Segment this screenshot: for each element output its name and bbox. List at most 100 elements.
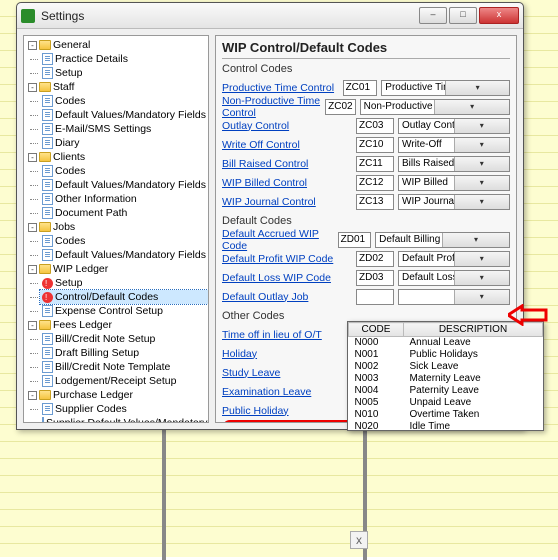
- code-wipjournal[interactable]: ZC13: [356, 194, 394, 210]
- col-code[interactable]: CODE: [349, 323, 404, 337]
- collapse-icon[interactable]: -: [28, 41, 37, 50]
- combo-accrued[interactable]: Default Billing in Advance▾: [375, 232, 510, 248]
- link-outlay[interactable]: Outlay Control: [222, 120, 352, 132]
- chevron-down-icon[interactable]: ▾: [454, 119, 510, 133]
- code-writeoff[interactable]: ZC10: [356, 137, 394, 153]
- combo-nptc[interactable]: Non-Productive Time Control▾: [360, 99, 510, 115]
- chevron-down-icon[interactable]: ▾: [454, 290, 510, 304]
- dropdown-row[interactable]: N001Public Holidays: [349, 349, 543, 361]
- link-public[interactable]: Public Holiday: [222, 405, 289, 417]
- combo-wipjournal[interactable]: WIP Journal Control▾: [398, 194, 510, 210]
- tree-item[interactable]: Other Information: [40, 192, 208, 206]
- tree-item[interactable]: Draft Billing Setup: [40, 346, 208, 360]
- tree-item[interactable]: Codes: [40, 164, 208, 178]
- tree-item[interactable]: Document Path: [40, 206, 208, 220]
- code-loss[interactable]: ZD03: [356, 270, 394, 286]
- code-nptc[interactable]: ZC02: [325, 99, 355, 115]
- link-outlayjob[interactable]: Default Outlay Job: [222, 291, 352, 303]
- holiday-dropdown-list[interactable]: CODE DESCRIPTION N000Annual Leave N001Pu…: [347, 321, 544, 431]
- tree-item[interactable]: Supplier Default Values/Mandatory Fields: [40, 416, 208, 423]
- tree-item[interactable]: Diary: [40, 136, 208, 150]
- code-wipbilled[interactable]: ZC12: [356, 175, 394, 191]
- chevron-down-icon[interactable]: ▾: [442, 233, 509, 247]
- tree-item[interactable]: Expense Control Setup: [40, 304, 208, 318]
- link-nptc[interactable]: Non-Productive Time Control: [222, 95, 321, 119]
- link-profit[interactable]: Default Profit WIP Code: [222, 253, 352, 265]
- tree-item[interactable]: Bill/Credit Note Template: [40, 360, 208, 374]
- minimize-button[interactable]: –: [419, 7, 447, 24]
- code-ptc[interactable]: ZC01: [343, 80, 378, 96]
- chevron-down-icon[interactable]: ▾: [454, 176, 510, 190]
- tree-item[interactable]: Lodgement/Receipt Setup: [40, 374, 208, 388]
- tree-wip[interactable]: -WIP Ledger Setup Control/Default Codes …: [26, 262, 208, 318]
- link-timeoff[interactable]: Time off in lieu of O/T: [222, 329, 352, 341]
- link-ptc[interactable]: Productive Time Control: [222, 82, 339, 94]
- link-billraised[interactable]: Bill Raised Control: [222, 158, 352, 170]
- tree-staff[interactable]: -Staff Codes Default Values/Mandatory Fi…: [26, 80, 208, 150]
- chevron-down-icon[interactable]: ▾: [445, 81, 509, 95]
- link-writeoff[interactable]: Write Off Control: [222, 139, 352, 151]
- collapse-icon[interactable]: -: [28, 223, 37, 232]
- chevron-down-icon[interactable]: ▾: [454, 252, 510, 266]
- tree-clients[interactable]: -Clients Codes Default Values/Mandatory …: [26, 150, 208, 220]
- tree-fees[interactable]: -Fees Ledger Bill/Credit Note Setup Draf…: [26, 318, 208, 388]
- link-accrued[interactable]: Default Accrued WIP Code: [222, 228, 334, 252]
- code-profit[interactable]: ZD02: [356, 251, 394, 267]
- tree-item[interactable]: E-Mail/SMS Settings: [40, 122, 208, 136]
- tree-purchase[interactable]: -Purchase Ledger Supplier Codes Supplier…: [26, 388, 208, 423]
- collapse-icon[interactable]: -: [28, 391, 37, 400]
- tree-item[interactable]: Codes: [40, 94, 208, 108]
- tree-item[interactable]: Default Values/Mandatory Fields: [40, 178, 208, 192]
- tree-item[interactable]: Codes: [40, 234, 208, 248]
- link-loss[interactable]: Default Loss WIP Code: [222, 272, 352, 284]
- combo-ptc[interactable]: Productive Time Control▾: [381, 80, 510, 96]
- dropdown-row[interactable]: N020Idle Time: [349, 421, 543, 433]
- collapse-icon[interactable]: -: [28, 83, 37, 92]
- dropdown-row[interactable]: N005Unpaid Leave: [349, 397, 543, 409]
- tree-item[interactable]: Practice Details: [40, 52, 208, 66]
- dropdown-row[interactable]: N004Paternity Leave: [349, 385, 543, 397]
- code-outlayjob[interactable]: [356, 289, 394, 305]
- link-study[interactable]: Study Leave: [222, 367, 280, 379]
- combo-billraised[interactable]: Bills Raised▾: [398, 156, 510, 172]
- combo-loss[interactable]: Default Loss Taken▾: [398, 270, 510, 286]
- combo-writeoff[interactable]: Write-Off▾: [398, 137, 510, 153]
- tree-item[interactable]: Default Values/Mandatory Fields: [40, 108, 208, 122]
- combo-outlay[interactable]: Outlay Control▾: [398, 118, 510, 134]
- close-panel-button[interactable]: x: [350, 531, 368, 549]
- tree-general[interactable]: -General Practice Details Setup: [26, 38, 208, 80]
- titlebar[interactable]: Settings – □ x: [17, 3, 523, 29]
- link-holiday[interactable]: Holiday: [222, 348, 352, 360]
- chevron-down-icon[interactable]: ▾: [454, 271, 510, 285]
- link-exam[interactable]: Examination Leave: [222, 386, 311, 398]
- collapse-icon[interactable]: -: [28, 265, 37, 274]
- combo-wipbilled[interactable]: WIP Billed▾: [398, 175, 510, 191]
- dropdown-row[interactable]: N002Sick Leave: [349, 361, 543, 373]
- combo-outlayjob[interactable]: ▾: [398, 289, 510, 305]
- code-billraised[interactable]: ZC11: [356, 156, 394, 172]
- dropdown-row[interactable]: N000Annual Leave: [349, 337, 543, 350]
- combo-profit[interactable]: Default Profit Taken▾: [398, 251, 510, 267]
- tree-jobs[interactable]: -Jobs Codes Default Values/Mandatory Fie…: [26, 220, 208, 262]
- code-accrued[interactable]: ZD01: [338, 232, 371, 248]
- chevron-down-icon[interactable]: ▾: [434, 100, 509, 114]
- tree-item[interactable]: Bill/Credit Note Setup: [40, 332, 208, 346]
- chevron-down-icon[interactable]: ▾: [454, 195, 510, 209]
- tree-item[interactable]: Setup: [40, 276, 208, 290]
- collapse-icon[interactable]: -: [28, 153, 37, 162]
- chevron-down-icon[interactable]: ▾: [454, 138, 510, 152]
- chevron-down-icon[interactable]: ▾: [454, 157, 510, 171]
- code-outlay[interactable]: ZC03: [356, 118, 394, 134]
- dropdown-row[interactable]: N003Maternity Leave: [349, 373, 543, 385]
- tree-item[interactable]: Setup: [40, 66, 208, 80]
- tree-item-selected[interactable]: Control/Default Codes: [40, 290, 208, 304]
- link-wipjournal[interactable]: WIP Journal Control: [222, 196, 352, 208]
- settings-tree[interactable]: -General Practice Details Setup -Staff C…: [23, 35, 209, 423]
- collapse-icon[interactable]: -: [28, 321, 37, 330]
- close-button[interactable]: x: [479, 7, 519, 24]
- tree-item[interactable]: Supplier Codes: [40, 402, 208, 416]
- maximize-button[interactable]: □: [449, 7, 477, 24]
- tree-item[interactable]: Default Values/Mandatory Fields: [40, 248, 208, 262]
- dropdown-row[interactable]: N010Overtime Taken: [349, 409, 543, 421]
- link-wipbilled[interactable]: WIP Billed Control: [222, 177, 352, 189]
